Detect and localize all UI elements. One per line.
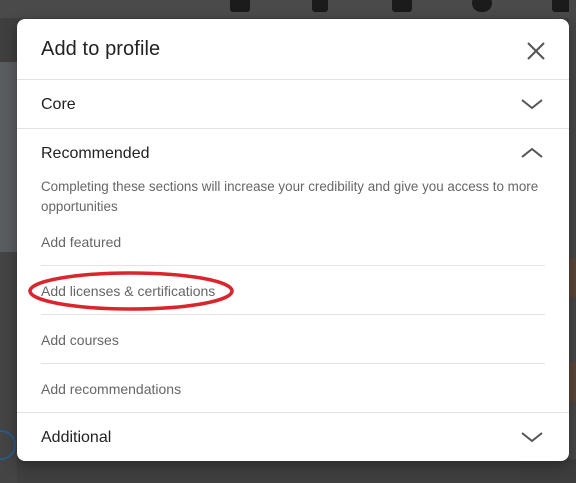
divider bbox=[41, 314, 545, 315]
section-additional[interactable]: Additional bbox=[17, 413, 569, 461]
background-sidebar bbox=[569, 0, 576, 483]
section-recommended-description: Completing these sections will increase … bbox=[41, 179, 539, 214]
section-core-label: Core bbox=[41, 96, 76, 113]
add-recommendations-link[interactable]: Add recommendations bbox=[41, 381, 181, 397]
chevron-down-icon bbox=[521, 432, 543, 443]
background-profile-banner bbox=[0, 62, 17, 252]
section-recommended[interactable]: Recommended bbox=[17, 129, 569, 178]
network-icon bbox=[312, 0, 328, 12]
background-nav-bar bbox=[0, 0, 576, 18]
divider bbox=[41, 363, 545, 364]
section-core[interactable]: Core bbox=[17, 80, 569, 129]
annotation-ellipse bbox=[28, 271, 234, 311]
section-recommended-label: Recommended bbox=[41, 145, 150, 162]
add-to-profile-modal: Add to profile Core Recommended Completi… bbox=[17, 19, 569, 461]
home-icon bbox=[230, 0, 250, 12]
chevron-down-icon bbox=[521, 99, 543, 110]
add-featured-link[interactable]: Add featured bbox=[41, 234, 121, 250]
close-icon bbox=[527, 42, 545, 60]
chevron-up-icon bbox=[521, 147, 543, 158]
jobs-icon bbox=[392, 0, 412, 12]
background-divider bbox=[520, 459, 576, 483]
modal-header: Add to profile bbox=[17, 19, 569, 80]
divider bbox=[41, 265, 545, 266]
messaging-icon bbox=[472, 0, 492, 12]
close-button[interactable] bbox=[523, 38, 549, 64]
modal-title: Add to profile bbox=[41, 38, 161, 60]
section-additional-label: Additional bbox=[41, 429, 112, 446]
add-courses-link[interactable]: Add courses bbox=[41, 332, 119, 348]
